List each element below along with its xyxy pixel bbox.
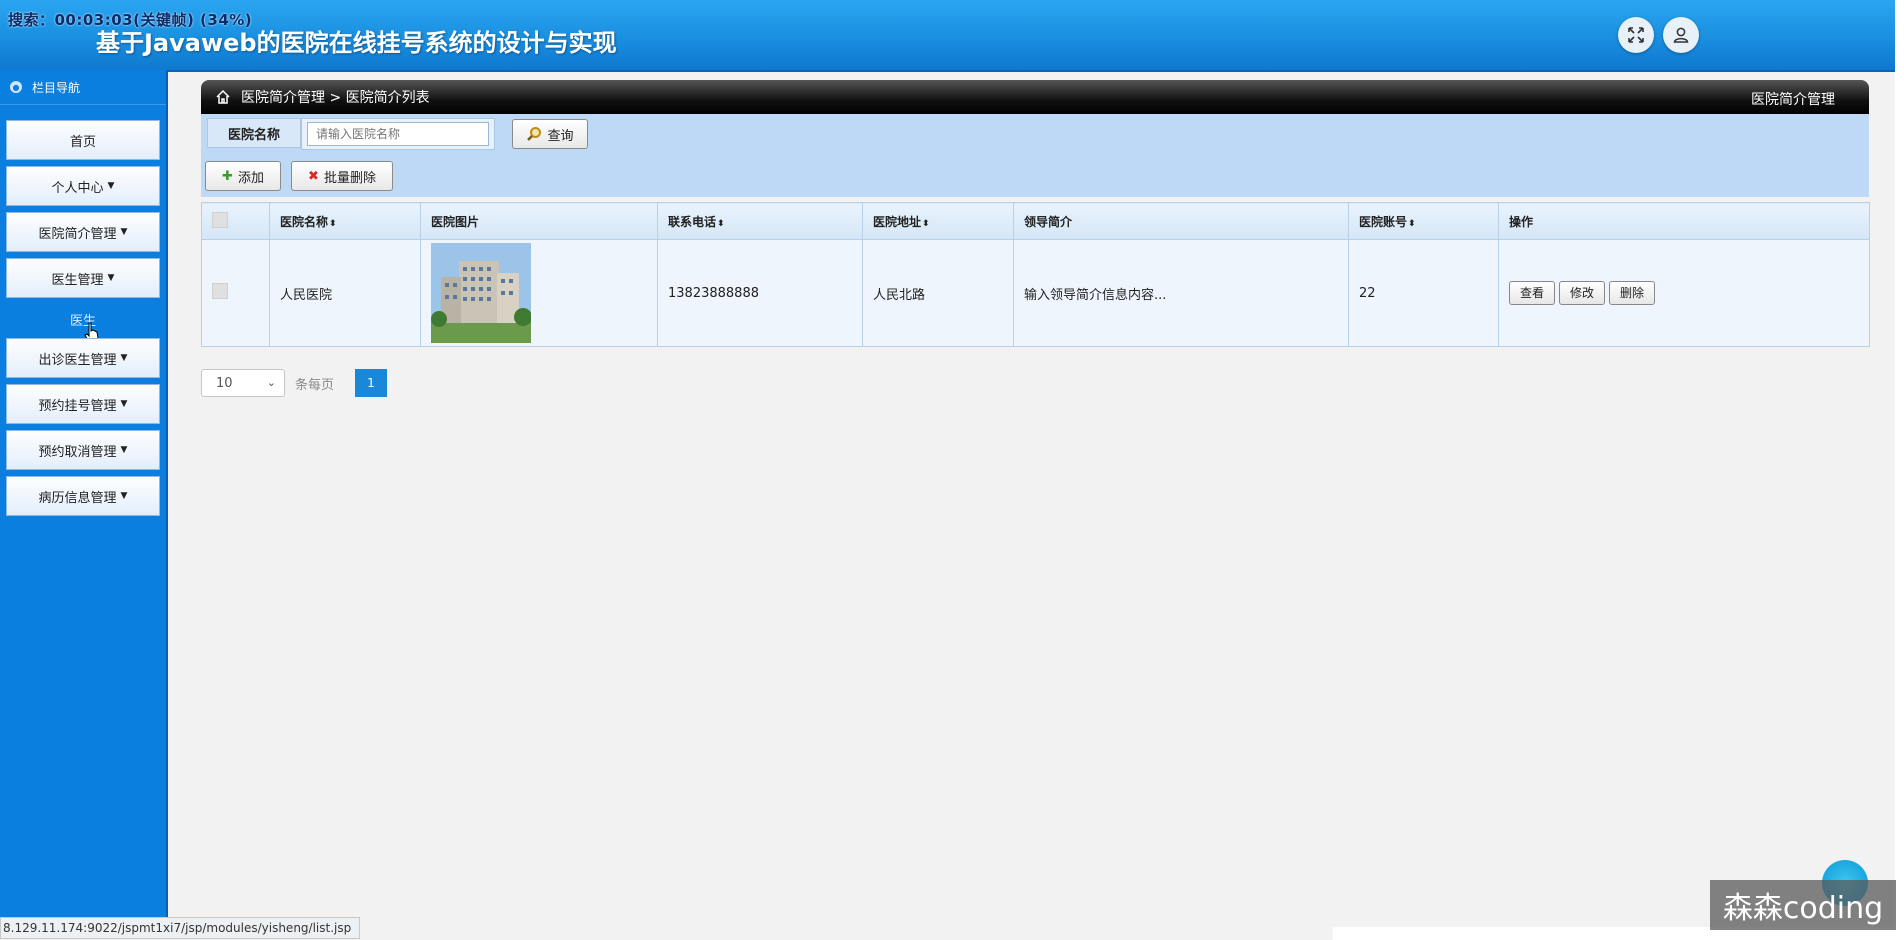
sidebar-item-personal-center[interactable]: 个人中心 ▼ — [6, 166, 160, 206]
account-cell: 22 — [1348, 239, 1499, 347]
caret-down-icon: ▼ — [120, 353, 128, 363]
caret-down-icon: ▼ — [120, 445, 128, 455]
column-label: 医院账号 — [1359, 214, 1408, 229]
search-label: 医院名称 — [207, 118, 301, 148]
edit-button[interactable]: 修改 — [1559, 281, 1606, 305]
hospital-name-search-input[interactable] — [307, 122, 489, 146]
video-overlay-text: 搜索：00:03:03(关键帧) (34%) — [8, 11, 253, 29]
sidebar-item-cancel[interactable]: 预约取消管理 ▼ — [6, 430, 160, 470]
caret-down-icon: ▼ — [120, 399, 128, 409]
sidebar-item-label: 医院简介管理 — [38, 226, 117, 242]
page-size-value: 10 — [216, 375, 233, 391]
hospital-table: 医院名称⬍ 医院图片 联系电话⬍ 医院地址⬍ 领导简介 医院账号⬍ 操作 人民医… — [201, 202, 1870, 347]
column-label: 联系电话 — [668, 214, 717, 229]
caret-down-icon: ▼ — [120, 227, 128, 237]
user-button[interactable] — [1663, 17, 1699, 53]
intro-cell: 输入领导简介信息内容... — [1013, 239, 1349, 347]
sort-icon: ⬍ — [922, 218, 930, 229]
page-button-current[interactable]: 1 — [355, 369, 387, 397]
query-button-label: 查询 — [547, 128, 574, 144]
delete-button[interactable]: 删除 — [1609, 281, 1656, 305]
home-icon[interactable] — [215, 89, 231, 105]
column-header-actions: 操作 — [1498, 202, 1870, 240]
column-label: 医院地址 — [873, 214, 922, 229]
status-url: 8.129.11.174:9022/jspmt1xi7/jsp/modules/… — [0, 917, 361, 939]
watermark: 森森coding — [1710, 880, 1896, 930]
hospital-name-cell: 人民医院 — [269, 239, 421, 347]
address-cell: 人民北路 — [862, 239, 1014, 347]
row-checkbox[interactable] — [212, 283, 228, 299]
sidebar-item-label: 首页 — [69, 134, 96, 150]
column-label: 医院名称 — [280, 214, 329, 229]
column-label: 医院图片 — [431, 214, 480, 229]
sidebar-header: ● 栏目导航 — [0, 70, 166, 105]
sort-icon: ⬍ — [329, 218, 337, 229]
column-header-name[interactable]: 医院名称⬍ — [269, 202, 421, 240]
sidebar-item-label: 预约挂号管理 — [38, 398, 117, 414]
sidebar-item-label: 医生管理 — [51, 272, 104, 288]
search-toolbar: 医院名称 查询 ✚ 添加 ✖ 批量删除 — [201, 114, 1869, 197]
sidebar-item-home[interactable]: 首页 — [6, 120, 160, 160]
nav-icon: ● — [10, 81, 22, 93]
page-size-select[interactable]: 10 ⌄ — [201, 369, 285, 397]
chevron-down-icon: ⌄ — [266, 376, 276, 389]
caret-down-icon: ▼ — [107, 273, 115, 283]
fullscreen-button[interactable] — [1618, 17, 1654, 53]
caret-down-icon: ▼ — [120, 491, 128, 501]
column-header-account[interactable]: 医院账号⬍ — [1348, 202, 1499, 240]
column-header-address[interactable]: 医院地址⬍ — [862, 202, 1014, 240]
column-header-phone[interactable]: 联系电话⬍ — [657, 202, 863, 240]
sidebar-item-medical-record[interactable]: 病历信息管理 ▼ — [6, 476, 160, 516]
batch-delete-button[interactable]: ✖ 批量删除 — [291, 161, 393, 191]
app-header: 基于Javaweb的医院在线挂号系统的设计与实现 搜索：00:03:03(关键帧… — [0, 0, 1904, 72]
sidebar-heading: 栏目导航 — [32, 80, 81, 95]
select-all-header[interactable] — [201, 202, 270, 240]
breadcrumb-section: 医院简介管理 — [1751, 92, 1835, 108]
breadcrumb-path: 医院简介管理 > 医院简介列表 — [241, 90, 430, 106]
sidebar-subitem-doctor[interactable]: 医生 — [0, 310, 166, 329]
close-icon: ✖ — [308, 168, 319, 184]
view-button[interactable]: 查看 — [1509, 281, 1556, 305]
sidebar-item-appointment[interactable]: 预约挂号管理 ▼ — [6, 384, 160, 424]
add-button[interactable]: ✚ 添加 — [205, 161, 281, 191]
hospital-image — [431, 243, 531, 343]
window-edge — [1895, 0, 1904, 940]
fullscreen-icon — [1628, 27, 1644, 43]
query-button[interactable]: 查询 — [512, 119, 588, 149]
column-label: 领导简介 — [1024, 214, 1073, 229]
sidebar-item-label: 预约取消管理 — [38, 444, 117, 460]
sidebar-item-label: 出诊医生管理 — [38, 352, 117, 368]
sidebar-item-label: 个人中心 — [51, 180, 104, 196]
actions-cell: 查看 修改 删除 — [1498, 239, 1870, 347]
search-icon — [527, 127, 542, 141]
add-button-label: 添加 — [237, 170, 264, 186]
sort-icon: ⬍ — [717, 218, 725, 229]
sidebar-item-doctor[interactable]: 医生管理 ▼ — [6, 258, 160, 298]
breadcrumb: 医院简介管理 > 医院简介列表 医院简介管理 — [201, 80, 1869, 114]
plus-icon: ✚ — [222, 168, 233, 184]
table-row: 人民医院 13823888888 人民北路 输入领导简介信息内容... 22 查… — [201, 239, 1870, 347]
sort-icon: ⬍ — [1408, 218, 1416, 229]
column-header-intro: 领导简介 — [1013, 202, 1349, 240]
user-icon — [1673, 27, 1689, 43]
hospital-image-cell — [420, 239, 658, 347]
sidebar-item-visiting-doctor[interactable]: 出诊医生管理 ▼ — [6, 338, 160, 378]
sidebar-item-hospital-intro[interactable]: 医院简介管理 ▼ — [6, 212, 160, 252]
phone-cell: 13823888888 — [657, 239, 863, 347]
batch-delete-button-label: 批量删除 — [323, 170, 376, 186]
per-page-label: 条每页 — [295, 378, 335, 393]
column-label: 操作 — [1509, 214, 1534, 229]
table-header-row: 医院名称⬍ 医院图片 联系电话⬍ 医院地址⬍ 领导简介 医院账号⬍ 操作 — [201, 202, 1870, 240]
caret-down-icon: ▼ — [107, 181, 115, 191]
column-header-image: 医院图片 — [420, 202, 658, 240]
select-all-checkbox[interactable] — [212, 211, 228, 228]
row-select-cell[interactable] — [201, 239, 270, 347]
sidebar-item-label: 病历信息管理 — [38, 490, 117, 506]
